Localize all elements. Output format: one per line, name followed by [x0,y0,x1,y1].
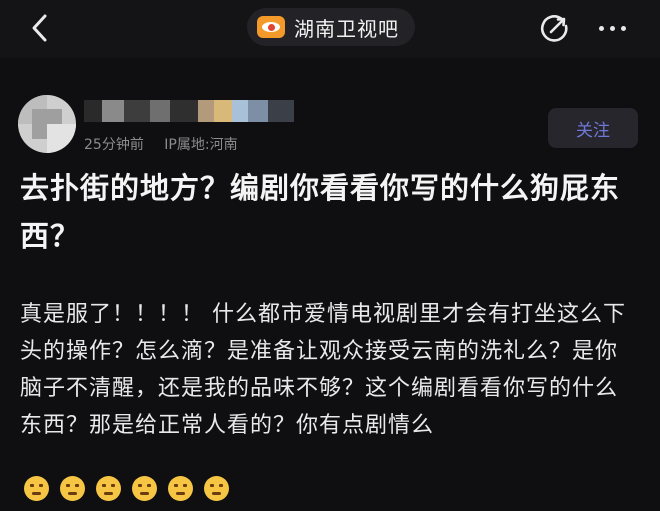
more-button[interactable] [590,11,634,45]
edit-share-button[interactable] [538,11,572,45]
post-body: 真是服了！！！！ 什么都市爱情电视剧里才会有打坐这么下头的操作？怎么滴？是准备让… [20,302,626,438]
annoyed-face-emoji [168,476,193,501]
forum-logo-icon [257,16,285,38]
annoyed-face-emoji [132,476,157,501]
more-dots-icon [598,25,604,31]
post-detail-screen: 湖南卫视吧 25分钟前 IP属地:河南 关注 去扑街的地方？编剧你看看你写的什么… [0,0,660,511]
post-meta: 25分钟前 IP属地:河南 [84,134,238,154]
forum-entry[interactable]: 湖南卫视吧 [247,8,415,46]
edit-share-icon [540,15,568,42]
follow-button[interactable]: 关注 [548,108,638,148]
post-title: 去扑街的地方？编剧你看看你写的什么狗屁东西？ [20,171,621,253]
avatar[interactable] [18,95,76,153]
annoyed-face-emoji [60,476,85,501]
post-time: 25分钟前 [84,137,144,153]
emoji-row [24,476,240,508]
username-blurred[interactable] [84,100,294,122]
annoyed-face-emoji [204,476,229,501]
top-bar: 湖南卫视吧 [0,0,660,58]
back-button[interactable] [22,10,58,46]
forum-name: 湖南卫视吧 [294,16,399,41]
chevron-left-icon [32,14,47,42]
annoyed-face-emoji [96,476,121,501]
ip-location: IP属地:河南 [164,137,238,153]
annoyed-face-emoji [24,476,49,501]
